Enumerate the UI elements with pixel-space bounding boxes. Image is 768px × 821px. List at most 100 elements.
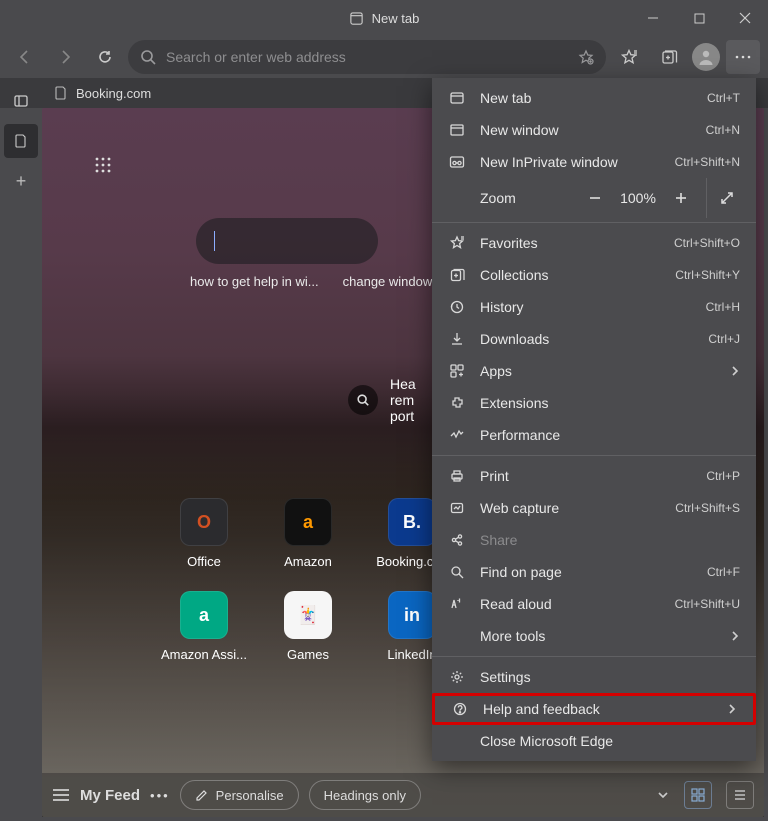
read-icon	[448, 596, 466, 612]
menu-shortcut: Ctrl+P	[706, 469, 740, 483]
tile-label: LinkedIn	[387, 647, 436, 662]
zoom-out-button[interactable]	[576, 182, 614, 214]
tab-actions-button[interactable]	[4, 84, 38, 118]
menu-item-label: New tab	[480, 90, 693, 106]
chevron-right-icon	[730, 365, 740, 377]
menu-item-label: Extensions	[480, 395, 740, 411]
vertical-tab-current[interactable]	[4, 124, 38, 158]
tab-booking[interactable]: Booking.com	[54, 86, 151, 101]
new-tab-button[interactable]: +	[4, 164, 38, 198]
menu-item-apps[interactable]: Apps	[432, 355, 756, 387]
menu-item-more-tools[interactable]: More tools	[432, 620, 756, 652]
title-bar: New tab	[0, 0, 768, 36]
help-icon	[451, 701, 469, 717]
menu-item-downloads[interactable]: DownloadsCtrl+J	[432, 323, 756, 355]
menu-item-web-capture[interactable]: Web captureCtrl+Shift+S	[432, 492, 756, 524]
quick-link-tile[interactable]: OOffice	[152, 498, 256, 569]
menu-item-label: Downloads	[480, 331, 694, 347]
search-icon	[140, 49, 156, 65]
back-button[interactable]	[8, 40, 42, 74]
perf-icon	[448, 427, 466, 443]
ext-icon	[448, 395, 466, 411]
menu-item-label: Print	[480, 468, 692, 484]
favorites-button[interactable]	[612, 40, 646, 74]
collections-button[interactable]	[652, 40, 686, 74]
menu-item-label: Collections	[480, 267, 661, 283]
address-bar[interactable]	[128, 40, 606, 74]
menu-item-label: Share	[480, 532, 740, 548]
menu-item-print[interactable]: Print Ctrl+P	[432, 460, 756, 492]
menu-item-favorites[interactable]: Favorites Ctrl+Shift+O	[432, 227, 756, 259]
menu-item-label: Help and feedback	[483, 701, 713, 717]
weather-widget[interactable]: Hea rem port	[348, 376, 416, 424]
menu-shortcut: Ctrl+Shift+S	[675, 501, 740, 515]
collections-icon	[448, 267, 466, 283]
tile-icon: a	[284, 498, 332, 546]
feed-more-button[interactable]: •••	[150, 788, 170, 803]
toolbar	[0, 36, 768, 78]
layout-dropdown[interactable]: Headings only	[309, 780, 421, 810]
menu-item-collections[interactable]: Collections Ctrl+Shift+Y	[432, 259, 756, 291]
close-button[interactable]	[722, 0, 768, 36]
gear-icon	[448, 669, 466, 685]
personalise-button[interactable]: Personalise	[180, 780, 299, 810]
forward-button[interactable]	[48, 40, 82, 74]
menu-item-label: Apps	[480, 363, 716, 379]
download-icon	[448, 331, 466, 347]
menu-item-label: New window	[480, 122, 692, 138]
profile-button[interactable]	[692, 43, 720, 71]
menu-item-history[interactable]: HistoryCtrl+H	[432, 291, 756, 323]
menu-item-new-tab[interactable]: New tab Ctrl+T	[432, 82, 756, 114]
zoom-in-button[interactable]	[662, 182, 700, 214]
fullscreen-button[interactable]	[706, 178, 746, 218]
menu-item-label: Settings	[480, 669, 740, 685]
menu-item-new-inprivate-window[interactable]: New InPrivate windowCtrl+Shift+N	[432, 146, 756, 178]
tile-label: Amazon	[284, 554, 332, 569]
menu-item-new-window[interactable]: New windowCtrl+N	[432, 114, 756, 146]
menu-item-close-microsoft-edge[interactable]: Close Microsoft Edge	[432, 725, 756, 757]
zoom-label: Zoom	[480, 190, 576, 206]
vertical-tabs-sidebar: +	[0, 78, 42, 198]
chevron-down-icon[interactable]	[656, 788, 670, 802]
quick-link-tile[interactable]: a Amazon	[256, 498, 360, 569]
maximize-button[interactable]	[676, 0, 722, 36]
quick-link-tile[interactable]: 🃏Games	[256, 591, 360, 662]
list-view-button[interactable]	[726, 781, 754, 809]
feed-title: My Feed	[80, 787, 140, 804]
suggestion-item[interactable]: change windows	[343, 274, 439, 289]
ntp-search-box[interactable]	[196, 218, 378, 264]
add-favorite-icon[interactable]	[578, 49, 594, 65]
apps-grid-icon[interactable]	[94, 156, 112, 174]
chevron-right-icon	[730, 630, 740, 642]
hamburger-icon[interactable]	[52, 788, 70, 802]
menu-item-performance[interactable]: Performance	[432, 419, 756, 451]
settings-menu-button[interactable]	[726, 40, 760, 74]
tile-icon: 🃏	[284, 591, 332, 639]
zoom-row: Zoom 100%	[432, 178, 756, 218]
minimize-button[interactable]	[630, 0, 676, 36]
address-input[interactable]	[166, 49, 568, 65]
menu-shortcut: Ctrl+Shift+O	[674, 236, 740, 250]
feed-bar: My Feed ••• Personalise Headings only	[42, 773, 764, 817]
refresh-button[interactable]	[88, 40, 122, 74]
menu-item-help-and-feedback[interactable]: Help and feedback	[432, 693, 756, 725]
share-icon	[448, 532, 466, 548]
tab-page-icon	[349, 11, 364, 26]
quick-link-tile[interactable]: aAmazon Assi...	[152, 591, 256, 662]
menu-item-label: Favorites	[480, 235, 660, 251]
menu-item-read-aloud[interactable]: Read aloudCtrl+Shift+U	[432, 588, 756, 620]
chevron-right-icon	[727, 703, 737, 715]
window-icon	[448, 122, 466, 138]
grid-view-button[interactable]	[684, 781, 712, 809]
menu-item-find-on-page[interactable]: Find on pageCtrl+F	[432, 556, 756, 588]
suggestion-item[interactable]: how to get help in wi...	[190, 274, 319, 289]
zoom-value: 100%	[614, 190, 662, 206]
history-icon	[448, 299, 466, 315]
menu-item-label: New InPrivate window	[480, 154, 661, 170]
menu-shortcut: Ctrl+Shift+Y	[675, 268, 740, 282]
menu-shortcut: Ctrl+T	[707, 91, 740, 105]
menu-item-settings[interactable]: Settings	[432, 661, 756, 693]
menu-item-extensions[interactable]: Extensions	[432, 387, 756, 419]
menu-shortcut: Ctrl+F	[707, 565, 740, 579]
menu-item-share: Share	[432, 524, 756, 556]
